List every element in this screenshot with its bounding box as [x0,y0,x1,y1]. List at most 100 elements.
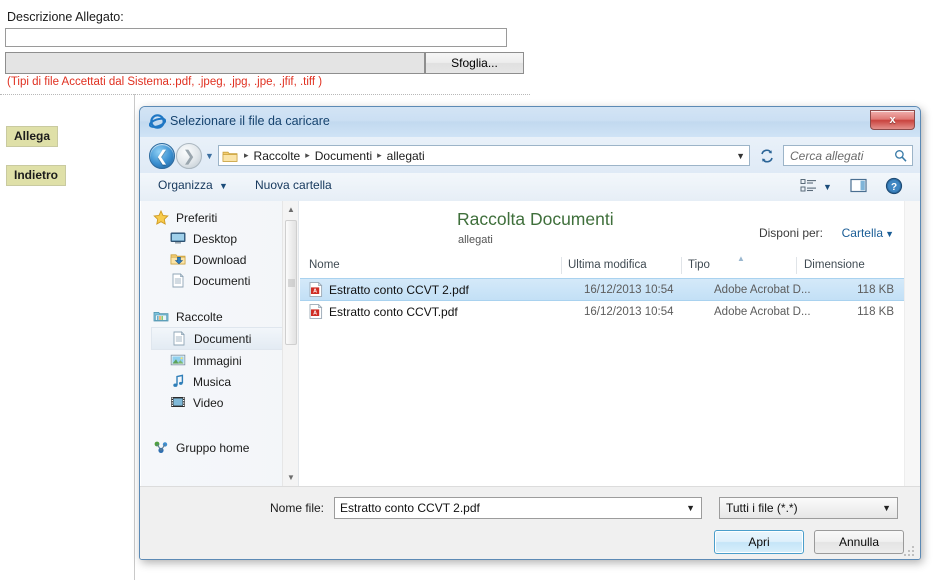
folder-icon [222,149,238,163]
forward-arrow-glyph: ❯ [182,147,196,165]
sidebar-gap-2 [141,413,298,437]
column-divider-2[interactable] [681,257,682,274]
column-header-nome[interactable]: Nome [309,259,340,271]
close-button[interactable]: x [870,110,915,130]
browse-button[interactable]: Sfoglia... [425,52,524,74]
chevron-down-icon-filename[interactable]: ▼ [686,503,695,513]
sidebar-item-documenti-raccolte[interactable]: Documenti [151,327,298,350]
search-box[interactable]: Cerca allegati [783,145,913,166]
scroll-down-icon[interactable]: ▼ [283,469,298,486]
sidebar-item-label: Video [193,395,224,410]
back-arrow-icon[interactable]: ❮ [149,143,175,169]
library-subtitle: allegati [458,234,493,246]
sidebar-item-gruppo-home[interactable]: Gruppo home [141,437,298,458]
resize-grip-icon[interactable] [904,544,916,556]
scrollbar-grip-icon [288,279,295,286]
desktop-icon [170,231,188,247]
arrange-by-value[interactable]: Cartella [842,226,883,240]
sidebar-item-musica[interactable]: Musica [141,371,298,392]
column-header-dimensione[interactable]: Dimensione [804,259,865,271]
sidebar-item-label: Immagini [193,353,242,368]
preview-pane-icon[interactable] [850,178,868,194]
new-folder-button[interactable]: Nuova cartella [255,178,332,192]
column-divider-3[interactable] [796,257,797,274]
chevron-down-icon-address[interactable]: ▼ [736,151,745,161]
back-button[interactable]: Indietro [6,165,66,186]
sidebar-item-label: Documenti [193,273,251,288]
file-modified: 16/12/2013 10:54 [584,305,674,318]
scrollbar-thumb[interactable] [285,220,297,345]
sidebar-item-preferiti[interactable]: Preferiti [141,207,298,228]
document-icon [170,272,188,289]
internet-explorer-icon [148,113,167,130]
accepted-types-hint: (Tipi di file Accettati dal Sistema:.pdf… [7,76,323,88]
sidebar-item-video[interactable]: Video [141,392,298,413]
forward-arrow-icon[interactable]: ❯ [176,143,202,169]
file-list-pane: Raccolta Documenti allegati Disponi per:… [300,201,920,486]
file-type-filter-select[interactable]: Tutti i file (*.*) ▼ [719,497,898,519]
file-type-filter-value: Tutti i file (*.*) [726,501,798,515]
breadcrumb-separator-1: ▸ [305,150,310,160]
description-input[interactable] [5,28,507,47]
file-path-field[interactable] [5,52,425,74]
table-row[interactable]: A Estratto conto CCVT 2.pdf 16/12/2013 1… [300,278,904,301]
chevron-down-icon-history[interactable]: ▼ [204,150,215,161]
file-list-scrollbar[interactable] [904,201,920,486]
refresh-icon[interactable] [756,145,778,166]
file-type: Adobe Acrobat D... [714,283,811,296]
chevron-down-icon-arrange[interactable]: ▼ [885,229,894,239]
file-modified: 16/12/2013 10:54 [584,283,674,296]
sidebar-gap-1 [141,291,298,306]
sidebar-item-label: Raccolte [176,309,223,324]
navigation-pane-scrollbar[interactable]: ▲ ▼ [282,201,298,486]
organize-menu[interactable]: Organizza [158,178,213,192]
breadcrumb-separator-0: ▸ [244,150,249,160]
sidebar-item-download[interactable]: Download [141,249,298,270]
scroll-up-icon[interactable]: ▲ [283,201,298,218]
breadcrumb-item-1[interactable]: Documenti [312,149,375,163]
breadcrumb-item-0[interactable]: Raccolte [251,149,304,163]
chevron-down-icon-filter[interactable]: ▼ [882,503,891,513]
dotted-separator [0,94,530,96]
dialog-body: Preferiti Desktop Download Documenti Rac… [140,201,920,486]
sidebar-item-immagini[interactable]: Immagini [141,350,298,371]
view-list-icon[interactable] [800,178,818,194]
arrange-by-label: Disponi per: [758,226,823,240]
homegroup-icon [153,440,171,456]
column-header-modifica[interactable]: Ultima modifica [568,259,647,271]
sidebar-item-label: Musica [193,374,232,389]
file-open-dialog: Selezionare il file da caricare x ❮ ❯ ▼ … [139,106,921,560]
file-name: Estratto conto CCVT.pdf [329,304,458,319]
table-row[interactable]: A Estratto conto CCVT.pdf 16/12/2013 10:… [300,301,904,322]
pictures-icon [170,353,188,369]
filename-input[interactable]: Estratto conto CCVT 2.pdf ▼ [334,497,702,519]
address-bar[interactable]: ▸ Raccolte ▸ Documenti ▸ allegati ▼ [218,145,750,166]
column-divider-1[interactable] [561,257,562,274]
search-icon [894,149,907,162]
cancel-button[interactable]: Annulla [814,530,904,554]
open-button[interactable]: Apri [714,530,804,554]
chevron-down-icon-organize[interactable]: ▼ [219,181,228,191]
dialog-footer: Nome file: Estratto conto CCVT 2.pdf ▼ T… [140,486,920,559]
breadcrumb-item-2[interactable]: allegati [384,149,428,163]
download-folder-icon [170,252,188,268]
sidebar-item-label: Documenti [194,331,252,346]
libraries-icon [153,309,171,325]
video-icon [170,395,188,411]
attach-button[interactable]: Allega [6,126,59,147]
file-type: Adobe Acrobat D... [714,305,811,318]
dialog-titlebar[interactable]: Selezionare il file da caricare x [140,107,920,138]
column-header-tipo[interactable]: Tipo [688,259,710,271]
sidebar-item-label: Download [193,252,247,267]
dialog-navbar: ❮ ❯ ▼ ▸ Raccolte ▸ Documenti ▸ allegati [140,137,920,173]
library-header: Raccolta Documenti allegati Disponi per:… [300,201,920,254]
pdf-file-icon: A [309,303,323,319]
search-input-placeholder[interactable]: Cerca allegati [790,149,863,163]
sidebar-item-desktop[interactable]: Desktop [141,228,298,249]
sidebar-item-documenti-preferiti[interactable]: Documenti [141,270,298,291]
help-icon[interactable]: ? [885,177,903,195]
sort-ascending-icon: ▲ [737,254,745,263]
sidebar-item-raccolte[interactable]: Raccolte [141,306,298,327]
chevron-down-icon-view[interactable]: ▼ [823,182,832,192]
filename-label: Nome file: [270,501,325,515]
